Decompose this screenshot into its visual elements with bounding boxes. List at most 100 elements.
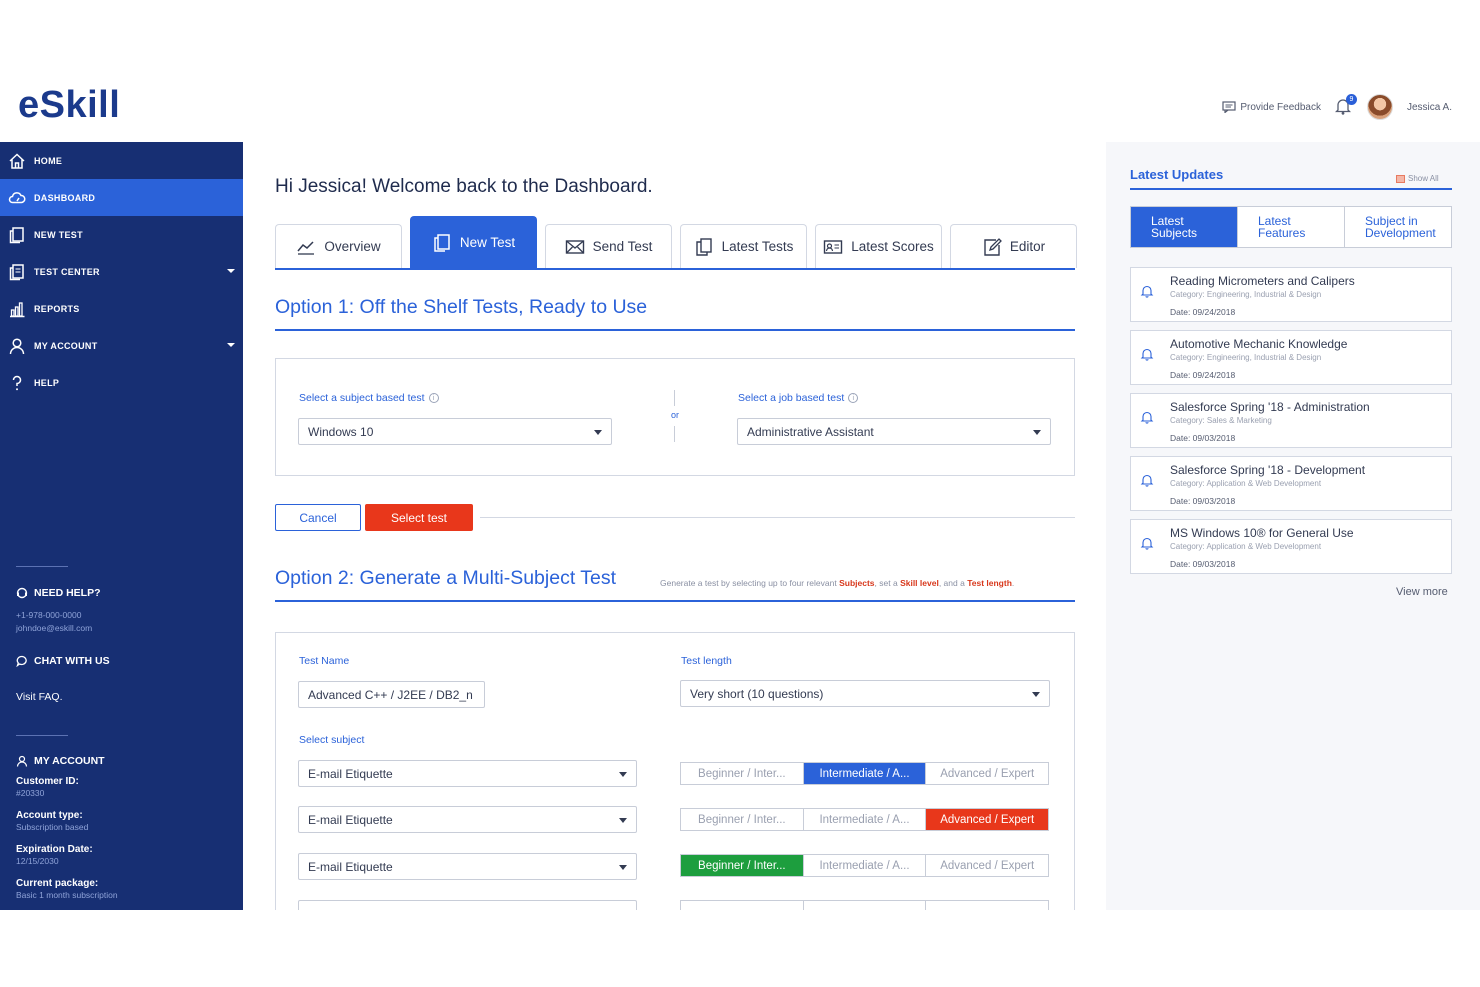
update-date: Date: 09/03/2018 [1170,433,1236,443]
tab-latest-scores[interactable]: Latest Scores [815,224,942,268]
visit-faq-link[interactable]: Visit FAQ. [16,691,63,703]
subject-select-1[interactable]: E-mail Etiquette [298,760,637,787]
update-date: Date: 09/03/2018 [1170,496,1236,506]
level-beginner[interactable]: Beginner / Inter... [681,855,804,876]
cancel-button[interactable]: Cancel [275,504,361,531]
bell-icon [1140,474,1154,487]
chevron-down-icon [1033,430,1041,435]
avatar[interactable] [1366,94,1393,120]
update-item[interactable]: Salesforce Spring '18 - Administration C… [1130,393,1452,448]
test-name-label: Test Name [299,655,350,667]
test-length-select[interactable]: Very short (10 questions) [680,680,1050,707]
sidebar-item-help[interactable]: HELP [0,364,243,401]
user-name[interactable]: Jessica A. [1407,102,1452,113]
subject-select-2[interactable]: E-mail Etiquette [298,806,637,833]
notifications-button[interactable]: 9 [1334,94,1357,117]
help-email[interactable]: johndoe@eskill.com [16,622,101,635]
subject-select-4[interactable] [298,900,637,910]
update-date: Date: 09/24/2018 [1170,370,1236,380]
job-test-select[interactable]: Administrative Assistant [737,418,1051,445]
level-advanced[interactable]: Advanced / Expert [926,809,1049,830]
select-test-button[interactable]: Select test [365,504,473,531]
tab-new-test[interactable]: New Test [410,216,537,268]
level-beginner[interactable] [681,901,804,910]
sidebar-item-dashboard[interactable]: DASHBOARD [0,179,243,216]
chevron-down-icon [227,269,235,273]
updates-tabs: Latest Subjects Latest Features Subject … [1130,206,1452,248]
level-advanced[interactable]: Advanced / Expert [926,855,1048,876]
sidebar-item-label: NEW TEST [34,229,83,240]
sidebar: HOME DASHBOARD NEW TEST TEST CENTER REPO… [0,142,243,910]
hint-end: . [1011,578,1015,588]
bell-icon [1140,348,1154,361]
update-item[interactable]: Reading Micrometers and Calipers Categor… [1130,267,1452,322]
account-type-label: Account type: [16,810,83,821]
update-item[interactable]: MS Windows 10® for General Use Category:… [1130,519,1452,574]
show-all-link[interactable]: Show All [1396,174,1439,183]
need-help-title: NEED HELP? [34,587,101,599]
level-beginner[interactable]: Beginner / Inter... [681,809,804,830]
info-icon[interactable]: i [848,393,859,403]
update-item[interactable]: Salesforce Spring '18 - Development Cate… [1130,456,1452,511]
cloud-icon [8,191,26,203]
provide-feedback-link[interactable]: Provide Feedback [1222,101,1321,113]
hint-subjects: Subjects [839,578,875,588]
tab-latest-features[interactable]: Latest Features [1238,207,1345,247]
sidebar-item-new-test[interactable]: NEW TEST [0,216,243,253]
update-title: Automotive Mechanic Knowledge [1170,337,1348,351]
test-name-input[interactable]: Advanced C++ / J2EE / DB2_n [298,681,485,708]
sidebar-item-reports[interactable]: REPORTS [0,290,243,327]
hint-length: Test length [967,578,1012,588]
tab-label: Send Test [592,239,653,254]
account-block: MY ACCOUNT Customer ID: #20330 Account t… [16,755,118,902]
need-help-heading: NEED HELP? [16,587,101,599]
help-phone[interactable]: +1-978-000-0000 [16,609,101,622]
tab-label: Overview [324,239,381,254]
level-advanced[interactable] [926,901,1048,910]
chat-with-us-link[interactable]: CHAT WITH US [16,655,110,667]
subject-test-label: Select a subject based test i [299,392,439,404]
page: eSkill Provide Feedback 9 Jessica A. HOM… [0,0,1480,987]
subject-select-value: E-mail Etiquette [308,766,393,781]
sidebar-item-test-center[interactable]: TEST CENTER [0,253,243,290]
level-intermediate[interactable]: Intermediate / A... [804,809,927,830]
or-line [674,426,675,442]
tab-overview[interactable]: Overview [275,224,402,268]
tab-editor[interactable]: Editor [950,224,1077,268]
level-advanced[interactable]: Advanced / Expert [926,763,1048,784]
level-intermediate[interactable] [804,901,927,910]
tab-latest-subjects[interactable]: Latest Subjects [1131,207,1238,247]
subject-test-select[interactable]: Windows 10 [298,418,612,445]
sidebar-item-my-account[interactable]: MY ACCOUNT [0,327,243,364]
tab-latest-tests[interactable]: Latest Tests [680,224,807,268]
button-row-divider [480,517,1075,518]
header-actions: Provide Feedback 9 Jessica A. [1222,94,1452,120]
info-icon[interactable]: i [428,393,439,403]
view-more-link[interactable]: View more [1396,586,1448,598]
new-test-icon [434,233,450,252]
trend-line-icon [297,240,315,255]
chevron-down-icon [619,818,627,823]
sidebar-divider [16,735,68,736]
tab-send-test[interactable]: Send Test [545,224,672,268]
level-beginner[interactable]: Beginner / Inter... [681,763,804,784]
user-icon [16,755,28,767]
eskill-logo[interactable]: eSkill [18,84,120,127]
level-intermediate[interactable]: Intermediate / A... [804,855,927,876]
level-intermediate[interactable]: Intermediate / A... [803,763,927,784]
or-label: or [670,410,679,420]
update-category: Category: Engineering, Industrial & Desi… [1170,353,1322,362]
sidebar-item-home[interactable]: HOME [0,142,243,179]
headset-icon [16,587,28,599]
tab-subject-in-development[interactable]: Subject in Development [1345,207,1451,247]
skill-level-group-2: Beginner / Inter... Intermediate / A... … [680,808,1049,831]
customer-id-value: #20330 [16,788,45,798]
subject-test-label-text: Select a subject based test [299,392,425,404]
sidebar-item-label: MY ACCOUNT [34,340,98,351]
update-item[interactable]: Automotive Mechanic Knowledge Category: … [1130,330,1452,385]
sidebar-item-label: TEST CENTER [34,266,100,277]
package-label: Current package: [16,878,99,889]
subject-select-3[interactable]: E-mail Etiquette [298,853,637,880]
update-title: MS Windows 10® for General Use [1170,526,1354,540]
tab-label: Latest Scores [851,239,934,254]
